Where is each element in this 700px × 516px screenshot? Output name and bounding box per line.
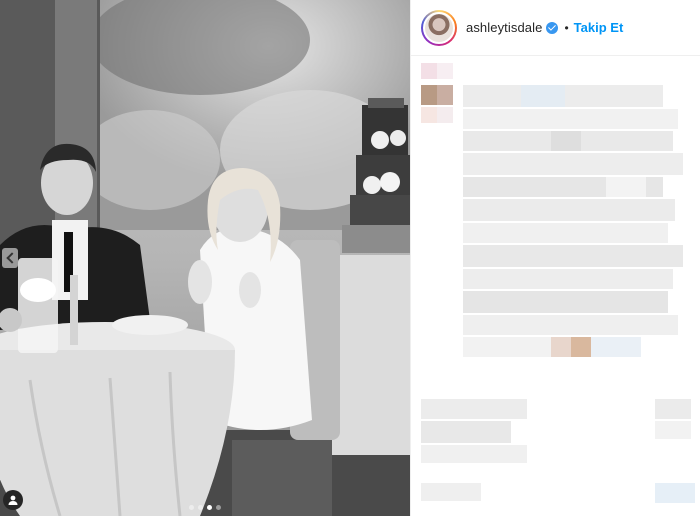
post-header: ashleytisdale • Takip Et [411,0,700,56]
username-link[interactable]: ashleytisdale [466,20,542,35]
wedding-photo-image [0,0,410,516]
carousel-dot [216,505,221,510]
avatar[interactable] [423,11,455,44]
carousel-dot [198,505,203,510]
post-side-panel: ashleytisdale • Takip Et [410,0,700,516]
instagram-post: ashleytisdale • Takip Et [0,0,700,516]
user-tag-icon [8,495,18,505]
carousel-prev-button[interactable] [2,248,18,268]
pixelated-comments [411,57,700,516]
follow-button[interactable]: Takip Et [574,20,624,35]
carousel-dot-active [207,505,212,510]
carousel-indicator [189,505,221,510]
tagged-users-button[interactable] [3,490,23,510]
story-ring[interactable] [421,9,457,46]
header-separator: • [564,20,569,35]
verified-badge-icon [546,21,559,34]
post-photo[interactable] [0,0,410,516]
carousel-dot [189,505,194,510]
